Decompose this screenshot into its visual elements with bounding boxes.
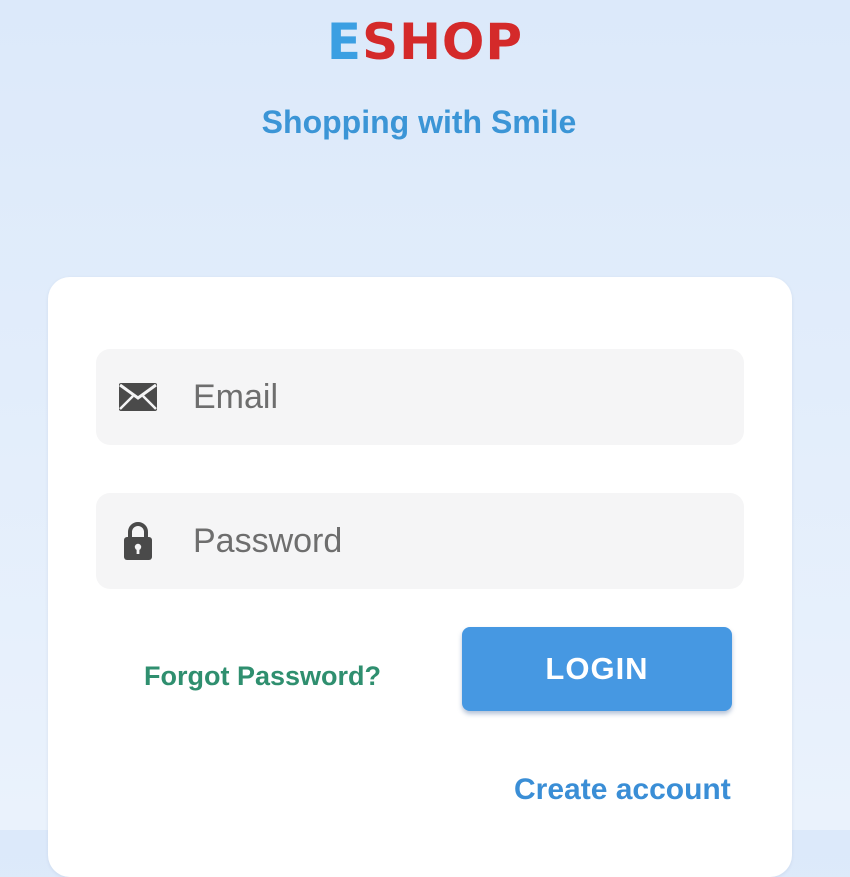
- email-input[interactable]: [193, 377, 673, 417]
- forgot-password-link[interactable]: Forgot Password?: [144, 661, 381, 692]
- password-field[interactable]: [96, 493, 744, 589]
- logo-text-shop: SHOP: [362, 13, 524, 71]
- app-logo: ESHOP: [0, 12, 850, 72]
- envelope-icon: [118, 377, 158, 417]
- logo-letter-e: E: [326, 13, 363, 71]
- email-field[interactable]: [96, 349, 744, 445]
- login-button[interactable]: LOGIN: [462, 627, 732, 711]
- login-card: Forgot Password? LOGIN Create account: [48, 277, 792, 877]
- create-account-link[interactable]: Create account: [514, 773, 731, 807]
- lock-icon: [118, 521, 158, 561]
- password-input[interactable]: [193, 521, 673, 561]
- tagline: Shopping with Smile: [261, 104, 577, 140]
